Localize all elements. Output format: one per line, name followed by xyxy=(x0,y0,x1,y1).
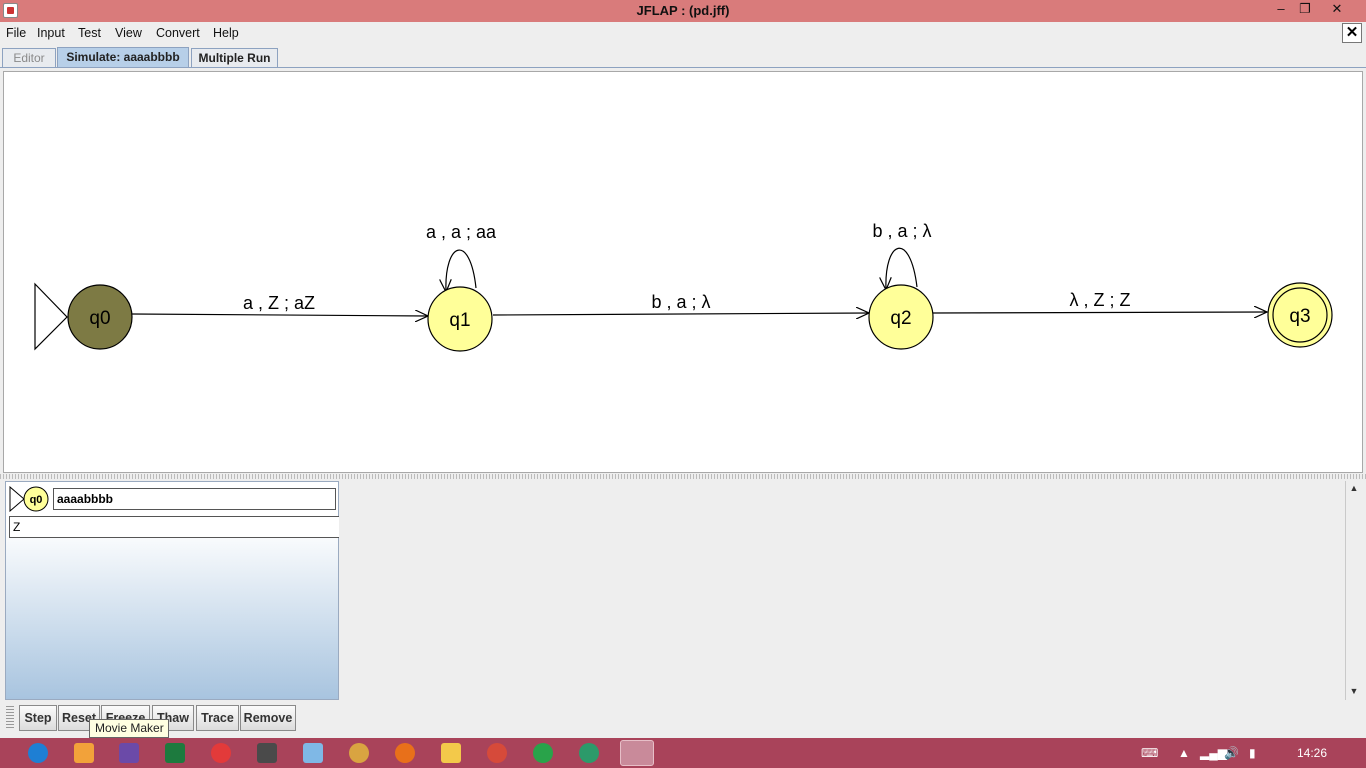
minimize-button[interactable]: – xyxy=(1268,0,1294,20)
state-label-q3: q3 xyxy=(1289,306,1310,327)
tab-simulate[interactable]: Simulate: aaaabbbb xyxy=(57,47,189,68)
menu-bar: File Input Test View Convert Help ✕ xyxy=(0,22,1366,44)
menu-convert[interactable]: Convert xyxy=(156,26,200,40)
maps-icon[interactable] xyxy=(579,743,599,763)
edge-q1-q2[interactable] xyxy=(492,313,869,315)
config-stack: Z xyxy=(9,516,340,538)
state-q1[interactable]: q1 xyxy=(427,286,493,352)
tab-strip: Editor Simulate: aaaabbbb Multiple Run xyxy=(0,46,1366,68)
close-window-button[interactable]: ✕ xyxy=(1324,0,1350,20)
chrome-icon[interactable] xyxy=(487,743,507,763)
trace-button[interactable]: Trace xyxy=(196,705,239,731)
notes-icon[interactable] xyxy=(257,743,277,763)
menu-file[interactable]: File xyxy=(6,26,26,40)
restore-button[interactable]: ❐ xyxy=(1292,0,1318,20)
transition-label-q2-q3[interactable]: λ , Z ; Z xyxy=(1070,290,1131,310)
loop-q2[interactable] xyxy=(886,247,918,290)
config-state-label: q0 xyxy=(30,494,43,506)
transition-label-q1-loop[interactable]: a , a ; aa xyxy=(426,222,497,242)
scroll-down-icon[interactable]: ▼ xyxy=(1349,686,1359,696)
menu-help[interactable]: Help xyxy=(213,26,239,40)
state-q0[interactable]: q0 xyxy=(67,284,133,350)
windows-taskbar: ⌨ ▲ ▂▄▆ 🔊 ▮ 14:26 xyxy=(0,738,1366,768)
initial-state-marker xyxy=(34,282,68,351)
step-button[interactable]: Step xyxy=(19,705,57,731)
state-label-q0: q0 xyxy=(89,308,110,329)
tab-editor[interactable]: Editor xyxy=(2,48,56,68)
edge-q0-q1[interactable] xyxy=(131,314,428,316)
notepad-icon[interactable] xyxy=(303,743,323,763)
snipping-icon[interactable] xyxy=(211,743,231,763)
vertical-scrollbar[interactable]: ▲ ▼ xyxy=(1345,481,1361,700)
transition-label-q0-q1[interactable]: a , Z ; aZ xyxy=(243,293,315,313)
volume-icon[interactable]: 🔊 xyxy=(1224,746,1239,760)
explorer-icon[interactable] xyxy=(441,743,461,763)
config-input-tape: aaaabbbb xyxy=(53,488,336,510)
firefox-icon[interactable] xyxy=(395,743,415,763)
split-pane-divider[interactable] xyxy=(0,474,1366,479)
state-label-q2: q2 xyxy=(890,308,911,329)
title-bar: JFLAP : (pd.jff) – ❐ ✕ xyxy=(0,0,1366,22)
tab-multiple-run[interactable]: Multiple Run xyxy=(191,48,278,68)
automaton-canvas[interactable]: q0 q1 q2 q3 a , Z ; aZ a , a ; aa b , a … xyxy=(3,71,1363,473)
winrar-icon[interactable] xyxy=(119,743,139,763)
internet-explorer-icon[interactable] xyxy=(28,743,48,763)
configurations-area xyxy=(339,481,1345,700)
remove-button[interactable]: Remove xyxy=(240,705,296,731)
signal-icon[interactable]: ▂▄▆ xyxy=(1200,746,1227,760)
configuration-panel[interactable]: q0 aaaabbbb Z xyxy=(5,481,340,700)
menu-test[interactable]: Test xyxy=(78,26,101,40)
java-icon[interactable] xyxy=(620,740,654,766)
state-q3[interactable]: q3 xyxy=(1267,282,1333,348)
transition-label-q2-loop[interactable]: b , a ; λ xyxy=(872,221,931,241)
state-label-q1: q1 xyxy=(449,310,470,331)
transition-label-q1-q2[interactable]: b , a ; λ xyxy=(651,292,710,312)
automaton-diagram: q0 q1 q2 q3 a , Z ; aZ a , a ; aa b , a … xyxy=(34,221,1333,352)
store-icon[interactable] xyxy=(74,743,94,763)
battery-icon[interactable]: ▮ xyxy=(1249,746,1256,760)
config-state-icon: q0 xyxy=(9,486,49,512)
tab-divider xyxy=(0,67,1366,68)
menu-input[interactable]: Input xyxy=(37,26,65,40)
keyboard-icon[interactable]: ⌨ xyxy=(1141,746,1158,760)
state-q2[interactable]: q2 xyxy=(868,284,934,350)
refresh-app-icon[interactable] xyxy=(533,743,553,763)
paint-icon[interactable] xyxy=(349,743,369,763)
tooltip-movie-maker: Movie Maker xyxy=(89,719,169,738)
loop-q1[interactable] xyxy=(446,249,477,292)
toolbar-grip[interactable] xyxy=(6,706,14,730)
jflap-window: JFLAP : (pd.jff) – ❐ ✕ File Input Test V… xyxy=(0,0,1366,768)
close-tab-icon[interactable]: ✕ xyxy=(1342,23,1362,43)
taskbar-clock[interactable]: 14:26 xyxy=(1297,746,1327,760)
window-title: JFLAP : (pd.jff) xyxy=(636,3,730,18)
menu-view[interactable]: View xyxy=(115,26,142,40)
show-hidden-icons-icon[interactable]: ▲ xyxy=(1178,746,1190,760)
simulation-toolbar: Step Reset Freeze Thaw Trace Remove xyxy=(0,702,1366,735)
excel-icon[interactable] xyxy=(165,743,185,763)
scroll-up-icon[interactable]: ▲ xyxy=(1349,483,1359,493)
edge-q2-q3[interactable] xyxy=(932,312,1267,313)
